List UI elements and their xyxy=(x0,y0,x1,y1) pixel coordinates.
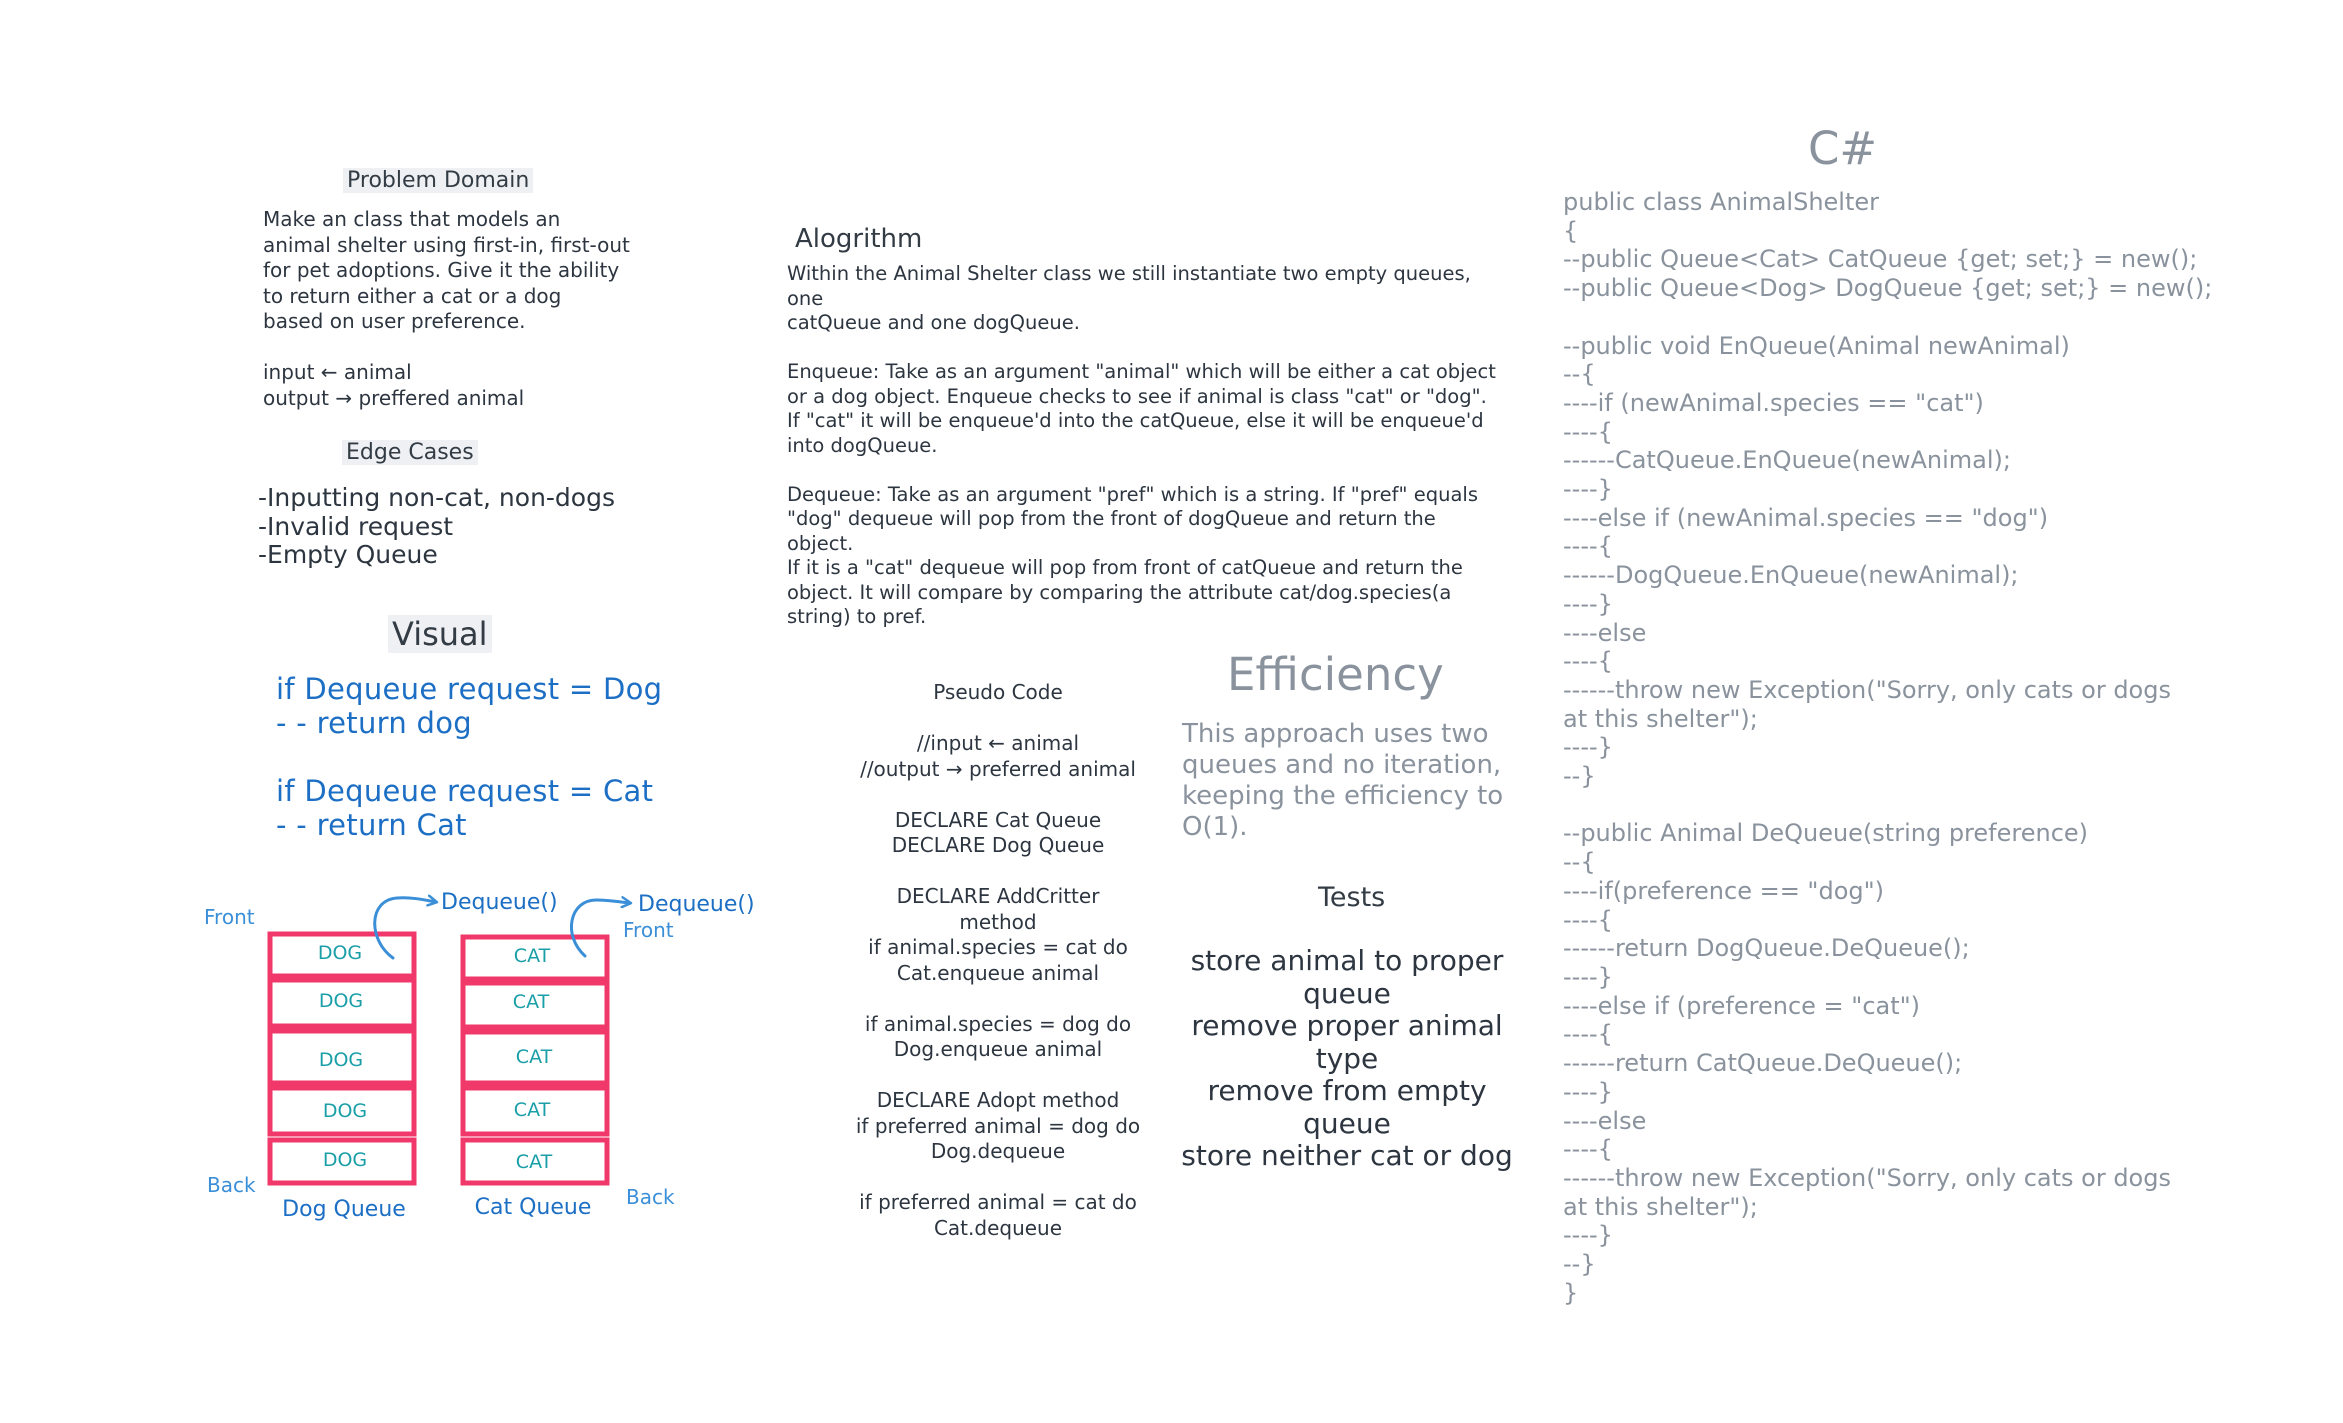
dog-item: DOG xyxy=(319,1049,363,1071)
dog-queue-name: Dog Queue xyxy=(282,1197,406,1222)
cat-dequeue-arrow xyxy=(569,900,630,958)
dog-item: DOG xyxy=(323,1100,367,1122)
cat-item: CAT xyxy=(513,991,550,1013)
cat-queue-name: Cat Queue xyxy=(475,1195,592,1220)
dog-dequeue-arrow xyxy=(373,898,436,960)
dog-item: DOG xyxy=(323,1149,367,1171)
cat-back-label: Back xyxy=(626,1185,675,1209)
dog-back-label: Back xyxy=(207,1173,256,1197)
cat-item: CAT xyxy=(514,945,551,967)
queue-diagram: DOG DOG DOG DOG DOG CAT CAT CAT CAT CAT … xyxy=(204,890,755,1222)
cat-item: CAT xyxy=(516,1151,553,1173)
cat-dequeue-label: Dequeue() xyxy=(638,892,755,917)
dog-item: DOG xyxy=(318,942,362,964)
cat-front-label: Front xyxy=(623,918,674,942)
cat-queue: CAT CAT CAT CAT CAT xyxy=(460,934,610,1186)
dog-dequeue-label: Dequeue() xyxy=(441,890,558,915)
dog-item: DOG xyxy=(319,990,363,1012)
cat-item: CAT xyxy=(514,1099,551,1121)
dog-queue: DOG DOG DOG DOG DOG xyxy=(267,931,417,1186)
cat-item: CAT xyxy=(516,1046,553,1068)
dog-front-label: Front xyxy=(204,905,255,929)
